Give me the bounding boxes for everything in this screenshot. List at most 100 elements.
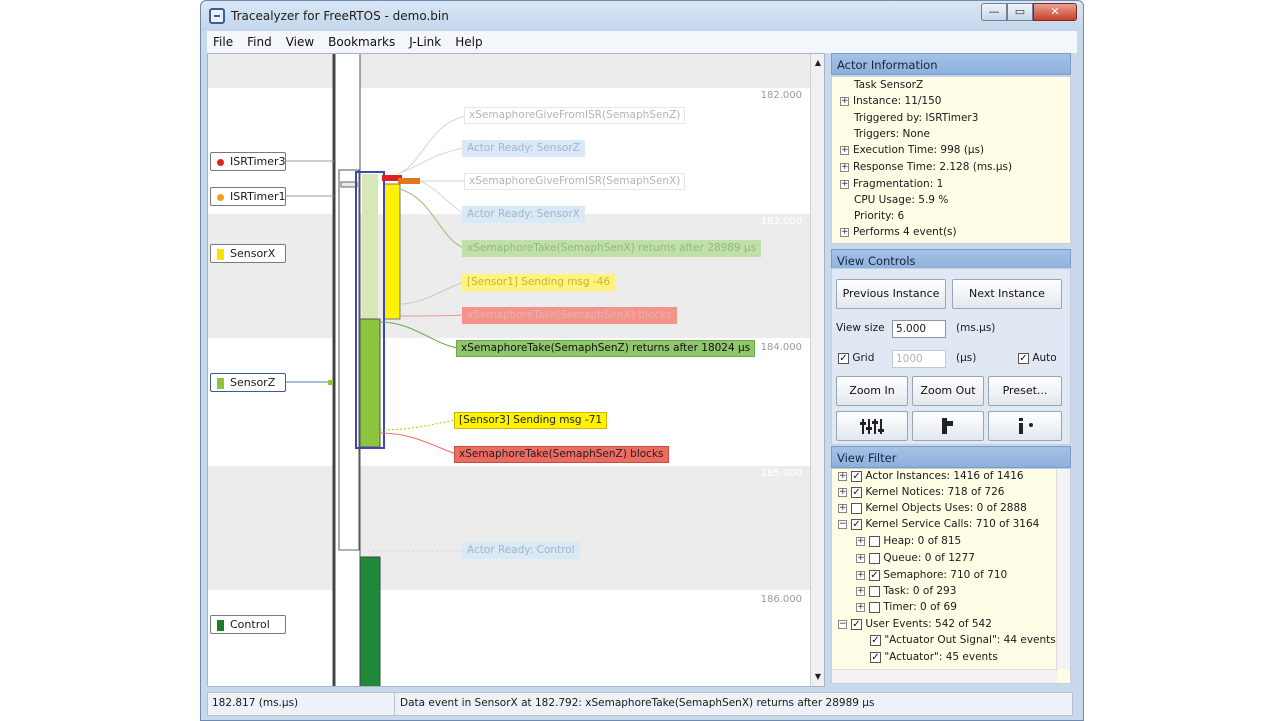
- expand-icon[interactable]: +: [838, 487, 847, 497]
- filter-vertical-scrollbar[interactable]: [1056, 469, 1070, 669]
- orange-dot-icon: [217, 193, 224, 201]
- filter-item[interactable]: + Queue: 0 of 1277: [856, 552, 975, 564]
- filter-item[interactable]: + ✓ Semaphore: 710 of 710: [856, 569, 1007, 581]
- timeline-settings-button[interactable]: [836, 411, 908, 441]
- checkbox-icon[interactable]: ✓: [851, 486, 862, 498]
- menu-file[interactable]: File: [213, 35, 233, 49]
- actor-name: SensorX: [230, 247, 276, 260]
- trace-event[interactable]: xSemaphoreTake(SemaphSenZ) blocks: [454, 446, 669, 463]
- expand-icon[interactable]: +: [840, 179, 849, 189]
- actor-label-isrtimer1[interactable]: ISRTimer1: [210, 187, 286, 206]
- actor-label-control[interactable]: Control: [210, 615, 286, 634]
- trace-event[interactable]: Actor Ready: SensorZ: [462, 140, 585, 157]
- menu-view[interactable]: View: [286, 35, 314, 49]
- checkbox-icon[interactable]: [869, 535, 880, 547]
- actor-label-isrtimer3[interactable]: ISRTimer3: [210, 152, 286, 171]
- maximize-button[interactable]: ▭: [1007, 3, 1033, 21]
- expand-icon[interactable]: +: [840, 162, 849, 172]
- filter-item[interactable]: + ✓ Actor Instances: 1416 of 1416: [838, 470, 1024, 482]
- zoom-in-button[interactable]: Zoom In: [836, 376, 908, 406]
- filter-item[interactable]: + Heap: 0 of 815: [856, 535, 961, 547]
- grid-checkbox[interactable]: ✓ Grid: [838, 352, 874, 364]
- actor-label-sensorz[interactable]: SensorZ: [210, 373, 286, 392]
- checkbox-icon[interactable]: ✓: [851, 618, 862, 630]
- expand-icon[interactable]: +: [840, 145, 849, 155]
- preset-button[interactable]: Preset...: [988, 376, 1062, 406]
- actor-info-line: CPU Usage: 5.9 %: [854, 194, 949, 206]
- trace-event[interactable]: Actor Ready: Control: [462, 542, 580, 559]
- trace-event[interactable]: xSemaphoreGiveFromISR(SemaphSenX): [464, 173, 686, 190]
- menu-find[interactable]: Find: [247, 35, 272, 49]
- filter-horizontal-scrollbar[interactable]: [832, 669, 1058, 683]
- grid-input[interactable]: 1000: [892, 350, 946, 368]
- sensorz-marker: [328, 380, 333, 385]
- checkbox-icon[interactable]: [869, 552, 880, 564]
- checkbox-icon[interactable]: ✓: [838, 352, 849, 364]
- actor-info-line[interactable]: + Execution Time: 998 (µs): [840, 144, 984, 156]
- actor-info-line[interactable]: + Instance: 11/150: [840, 95, 941, 107]
- checkbox-icon[interactable]: ✓: [851, 470, 862, 482]
- filter-item[interactable]: − ✓ Kernel Service Calls: 710 of 3164: [838, 518, 1039, 530]
- auto-checkbox[interactable]: ✓ Auto: [1018, 352, 1057, 364]
- scroll-down-icon[interactable]: ▼: [811, 670, 824, 684]
- zoom-out-button[interactable]: Zoom Out: [912, 376, 984, 406]
- expand-icon[interactable]: +: [840, 227, 849, 237]
- menu-bookmarks[interactable]: Bookmarks: [328, 35, 395, 49]
- checkbox-icon[interactable]: [851, 502, 862, 514]
- actor-label-sensorx[interactable]: SensorX: [210, 244, 286, 263]
- scroll-up-icon[interactable]: ▲: [811, 56, 824, 70]
- expand-icon[interactable]: +: [856, 553, 865, 563]
- filter-item[interactable]: + ✓ Kernel Notices: 718 of 726: [838, 486, 1004, 498]
- trace-event[interactable]: [Sensor3] Sending msg -71: [454, 412, 608, 429]
- filter-item[interactable]: + Task: 0 of 293: [856, 585, 956, 597]
- close-button[interactable]: ✕: [1033, 3, 1077, 21]
- filter-item[interactable]: + Kernel Objects Uses: 0 of 2888: [838, 502, 1027, 514]
- info-button[interactable]: [988, 411, 1062, 441]
- info-icon: [1019, 418, 1033, 434]
- trace-event[interactable]: [Sensor1] Sending msg -46: [462, 274, 616, 291]
- trace-event[interactable]: xSemaphoreTake(SemaphSenZ) returns after…: [456, 340, 756, 357]
- filter-item[interactable]: + Timer: 0 of 69: [856, 601, 957, 613]
- checkbox-icon[interactable]: [869, 585, 880, 597]
- checkbox-icon[interactable]: [869, 601, 880, 613]
- trace-event[interactable]: xSemaphoreTake(SemaphSenX) returns after…: [462, 240, 762, 257]
- expand-icon[interactable]: +: [856, 536, 865, 546]
- title-bar[interactable]: Tracealyzer for FreeRTOS - demo.bin — ▭ …: [201, 1, 1083, 31]
- checkbox-icon[interactable]: ✓: [870, 634, 881, 646]
- trace-event[interactable]: xSemaphoreGiveFromISR(SemaphSenZ): [464, 107, 686, 124]
- actor-info-line[interactable]: + Fragmentation: 1: [840, 178, 943, 190]
- checkbox-icon[interactable]: ✓: [869, 569, 880, 581]
- layout-button[interactable]: [912, 411, 984, 441]
- filter-item[interactable]: − ✓ User Events: 542 of 542: [838, 618, 992, 630]
- filter-item[interactable]: ✓ "Actuator Out Signal": 44 events: [870, 634, 1056, 646]
- checkbox-icon[interactable]: ✓: [870, 651, 881, 663]
- trace-event[interactable]: xSemaphoreTake(SemaphSenX) blocks: [462, 307, 677, 324]
- actor-info-line: Triggered by: ISRTimer3: [854, 112, 979, 124]
- expand-icon[interactable]: +: [840, 96, 849, 106]
- actor-info-line[interactable]: + Performs 4 event(s): [840, 226, 957, 238]
- menu-help[interactable]: Help: [455, 35, 482, 49]
- expand-icon[interactable]: +: [856, 586, 865, 596]
- actor-info-line[interactable]: + Response Time: 2.128 (ms.µs): [840, 161, 1012, 173]
- checkbox-icon[interactable]: ✓: [1018, 352, 1029, 364]
- menu-jlink[interactable]: J-Link: [409, 35, 441, 49]
- window-controls: — ▭ ✕: [981, 3, 1077, 21]
- status-message: Data event in SensorX at 182.792: xSemap…: [400, 697, 875, 709]
- expand-icon[interactable]: +: [838, 503, 847, 513]
- collapse-icon[interactable]: −: [838, 619, 847, 629]
- trace-scrollbar[interactable]: ▲ ▼: [810, 54, 824, 686]
- trace-view[interactable]: 182.000 183.000 184.000 185.000 186.000: [207, 53, 825, 687]
- collapse-icon[interactable]: −: [838, 519, 847, 529]
- view-size-input[interactable]: 5.000: [892, 320, 946, 338]
- view-filter-header[interactable]: View Filter: [831, 446, 1071, 468]
- checkbox-icon[interactable]: ✓: [851, 518, 862, 530]
- filter-item[interactable]: ✓ "Actuator": 45 events: [870, 651, 998, 663]
- minimize-button[interactable]: —: [981, 3, 1007, 21]
- previous-instance-button[interactable]: Previous Instance: [836, 279, 946, 309]
- trace-event[interactable]: Actor Ready: SensorX: [462, 206, 585, 223]
- expand-icon[interactable]: +: [856, 602, 865, 612]
- expand-icon[interactable]: +: [856, 570, 865, 580]
- next-instance-button[interactable]: Next Instance: [952, 279, 1062, 309]
- actor-info-header[interactable]: Actor Information: [831, 53, 1071, 75]
- expand-icon[interactable]: +: [838, 471, 847, 481]
